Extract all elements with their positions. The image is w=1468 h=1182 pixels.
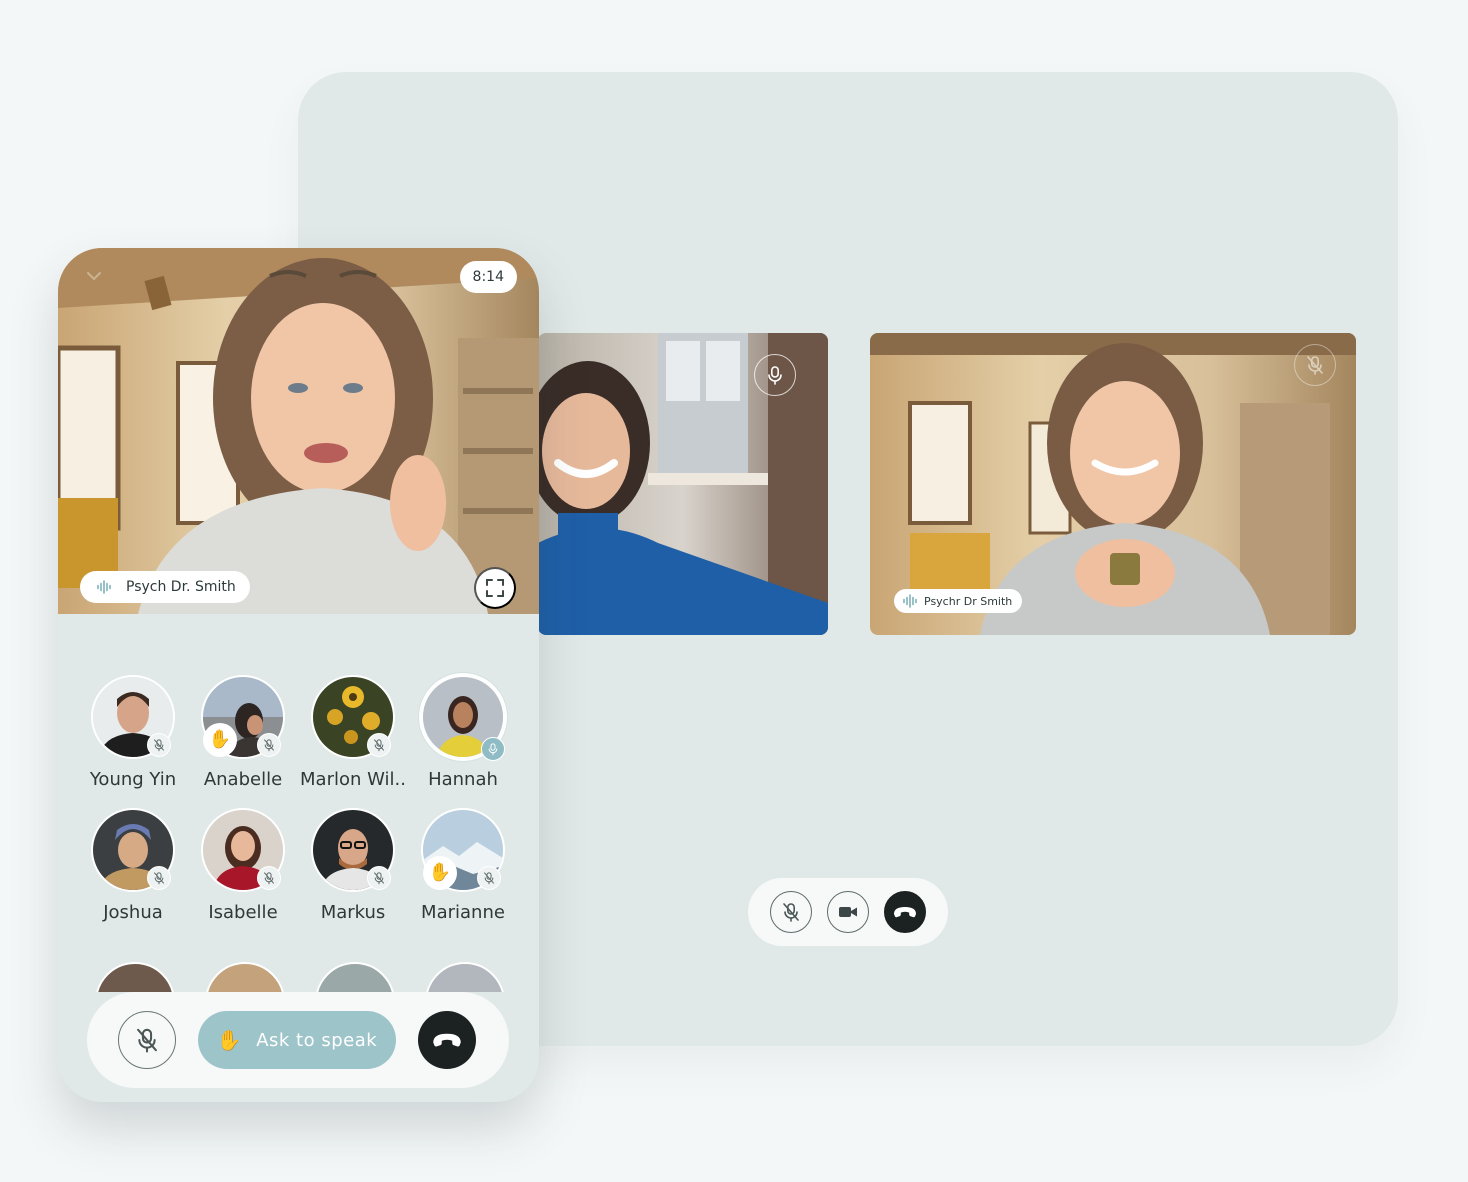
microphone-muted-icon bbox=[264, 872, 274, 885]
participant-name: Joshua bbox=[103, 902, 163, 923]
participant-joshua[interactable]: Joshua bbox=[78, 808, 188, 923]
microphone-muted-icon bbox=[1307, 356, 1323, 375]
speaker-video-feed bbox=[58, 248, 539, 614]
avatar bbox=[91, 808, 175, 892]
active-speaker-video[interactable]: 8:14 Psych Dr. Smith bbox=[58, 248, 539, 614]
participant-name: Marianne bbox=[421, 902, 505, 923]
mobile-mute-button[interactable] bbox=[118, 1011, 176, 1069]
muted-badge bbox=[147, 866, 171, 890]
muted-badge bbox=[257, 866, 281, 890]
participant-hannah[interactable]: Hannah bbox=[408, 675, 518, 790]
phone-hangup-icon bbox=[894, 907, 916, 918]
participant-video-host[interactable]: Psychr Dr Smith bbox=[870, 333, 1356, 635]
muted-badge bbox=[147, 733, 171, 757]
mobile-end-call-button[interactable] bbox=[418, 1011, 476, 1069]
microphone-muted-icon bbox=[137, 1028, 157, 1053]
avatar bbox=[311, 675, 395, 759]
avatar: ✋ bbox=[421, 808, 505, 892]
muted-badge bbox=[367, 733, 391, 757]
speaker-name-label: Psych Dr. Smith bbox=[80, 571, 250, 603]
participant-marianne[interactable]: ✋ Marianne bbox=[408, 808, 518, 923]
desktop-end-call-button[interactable] bbox=[884, 891, 926, 933]
host-name-text: Psychr Dr Smith bbox=[924, 594, 1013, 608]
microphone-muted-icon bbox=[154, 872, 164, 885]
fullscreen-icon bbox=[486, 579, 504, 597]
speaking-badge bbox=[481, 737, 505, 761]
mobile-call-panel: 8:14 Psych Dr. Smith Young Yin ✋ Anabell… bbox=[58, 248, 539, 1102]
desktop-call-controls bbox=[748, 878, 948, 946]
avatar-partial bbox=[95, 962, 175, 992]
participant-anabelle[interactable]: ✋ Anabelle bbox=[188, 675, 298, 790]
avatar: ✋ bbox=[201, 675, 285, 759]
avatar bbox=[311, 808, 395, 892]
video-camera-icon bbox=[839, 907, 857, 917]
mobile-call-controls: ✋ Ask to speak bbox=[87, 992, 509, 1088]
avatar bbox=[201, 808, 285, 892]
participant-video-guest[interactable] bbox=[538, 333, 828, 635]
microphone-muted-icon bbox=[374, 872, 384, 885]
microphone-muted-icon bbox=[264, 739, 274, 752]
raised-hand-icon: ✋ bbox=[216, 1028, 243, 1052]
microphone-muted-icon bbox=[484, 872, 494, 885]
desktop-camera-button[interactable] bbox=[827, 891, 869, 933]
guest-mic-indicator bbox=[754, 354, 796, 396]
call-timer: 8:14 bbox=[459, 261, 517, 293]
speaker-name-text: Psych Dr. Smith bbox=[126, 579, 236, 595]
audio-wave-icon bbox=[903, 594, 917, 608]
host-name-label: Psychr Dr Smith bbox=[894, 589, 1023, 613]
chevron-down-icon[interactable] bbox=[84, 268, 104, 284]
avatar bbox=[421, 675, 505, 761]
raised-hand-icon: ✋ bbox=[203, 723, 237, 757]
avatar-partial bbox=[425, 962, 505, 992]
avatar-partial bbox=[315, 962, 395, 992]
desktop-mute-button[interactable] bbox=[770, 891, 812, 933]
participant-name: Young Yin bbox=[89, 769, 177, 790]
muted-badge bbox=[257, 733, 281, 757]
fullscreen-button[interactable] bbox=[474, 567, 516, 609]
microphone-muted-icon bbox=[154, 739, 164, 752]
microphone-icon bbox=[768, 366, 782, 385]
ask-to-speak-button[interactable]: ✋ Ask to speak bbox=[198, 1011, 396, 1069]
phone-hangup-icon bbox=[433, 1033, 461, 1047]
participant-name: Isabelle bbox=[208, 902, 278, 923]
participant-name: Markus bbox=[320, 902, 386, 923]
host-mic-indicator bbox=[1294, 344, 1336, 386]
participant-name: Anabelle bbox=[203, 769, 283, 790]
participant-marlon[interactable]: Marlon Wil.. bbox=[298, 675, 408, 790]
raised-hand-icon: ✋ bbox=[423, 856, 457, 890]
muted-badge bbox=[477, 866, 501, 890]
participant-markus[interactable]: Markus bbox=[298, 808, 408, 923]
avatar-partial bbox=[205, 962, 285, 992]
microphone-muted-icon bbox=[374, 739, 384, 752]
avatar bbox=[91, 675, 175, 759]
participant-grid: Young Yin ✋ Anabelle Marlon Wil.. Hannah… bbox=[78, 675, 526, 923]
participant-name: Hannah bbox=[428, 769, 498, 790]
microphone-muted-icon bbox=[783, 903, 799, 922]
participant-name: Marlon Wil.. bbox=[300, 769, 406, 790]
audio-wave-icon bbox=[97, 580, 111, 594]
participant-young-yin[interactable]: Young Yin bbox=[78, 675, 188, 790]
ask-to-speak-label: Ask to speak bbox=[256, 1029, 378, 1051]
microphone-icon bbox=[488, 743, 498, 756]
participant-isabelle[interactable]: Isabelle bbox=[188, 808, 298, 923]
muted-badge bbox=[367, 866, 391, 890]
